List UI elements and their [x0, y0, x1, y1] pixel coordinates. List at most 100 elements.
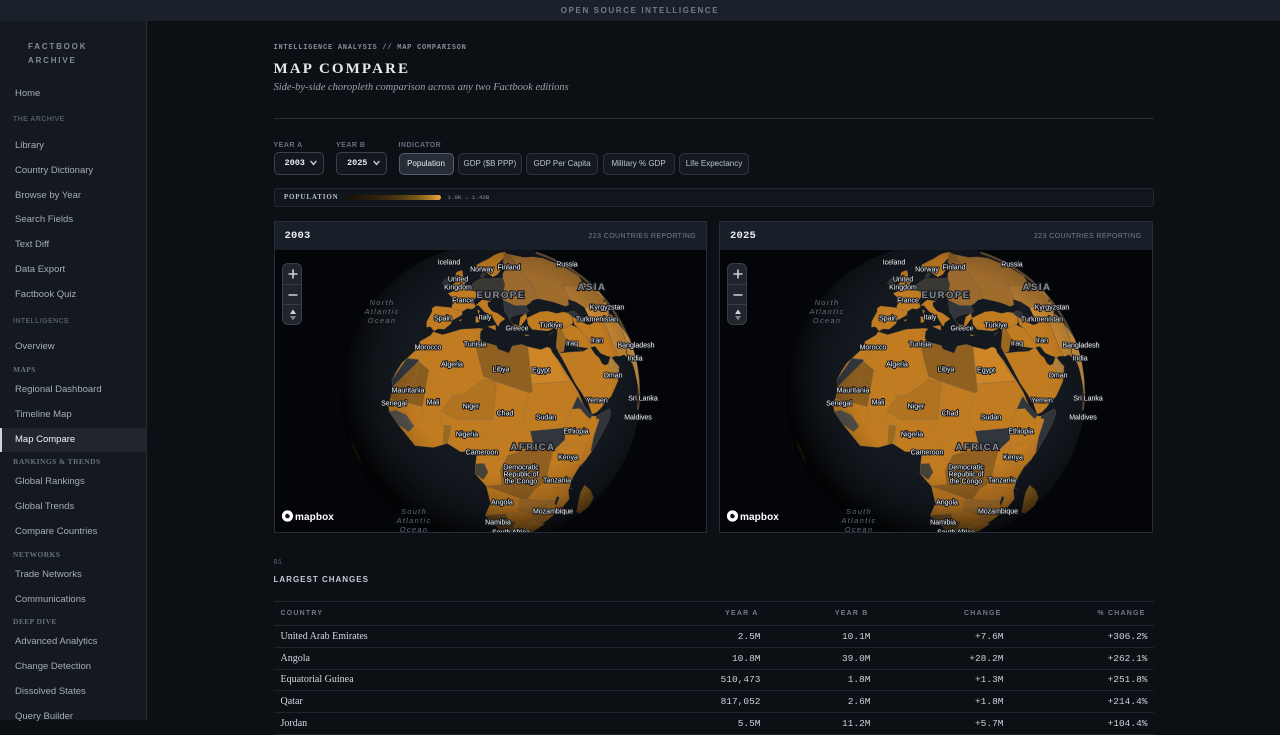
- svg-text:the Congo: the Congo: [504, 479, 536, 486]
- svg-text:Norway: Norway: [470, 267, 494, 274]
- svg-text:Mali: Mali: [426, 400, 439, 407]
- svg-text:Kyrgyzstan: Kyrgyzstan: [589, 305, 624, 312]
- svg-text:Kingdom: Kingdom: [889, 285, 917, 292]
- svg-text:Greece: Greece: [505, 326, 528, 333]
- svg-text:Ethiopia: Ethiopia: [563, 429, 588, 436]
- svg-text:Norway: Norway: [915, 267, 939, 274]
- svg-text:EUROPE: EUROPE: [921, 290, 970, 301]
- svg-text:Republic of: Republic of: [948, 472, 983, 479]
- svg-text:Sudan: Sudan: [535, 415, 555, 422]
- svg-text:France: France: [897, 298, 919, 305]
- svg-text:India: India: [627, 356, 642, 363]
- svg-text:Mozambique: Mozambique: [532, 509, 572, 516]
- svg-text:Italy: Italy: [478, 315, 491, 322]
- svg-text:Cameroon: Cameroon: [911, 450, 944, 457]
- svg-text:Tunisia: Tunisia: [909, 342, 931, 349]
- svg-text:Senegal: Senegal: [826, 401, 852, 408]
- svg-text:Ethiopia: Ethiopia: [1008, 429, 1033, 436]
- svg-text:Italy: Italy: [924, 315, 937, 322]
- svg-text:Yemen: Yemen: [586, 398, 608, 405]
- svg-text:Nigeria: Nigeria: [455, 432, 477, 439]
- svg-text:ASIA: ASIA: [577, 282, 606, 293]
- svg-text:Türkiye: Türkiye: [985, 323, 1008, 330]
- svg-text:Maldives: Maldives: [1069, 415, 1097, 422]
- svg-text:ASIA: ASIA: [1023, 282, 1052, 293]
- svg-text:Democratic: Democratic: [948, 465, 984, 472]
- svg-text:Egypt: Egypt: [532, 368, 550, 375]
- svg-text:Turkmenistan: Turkmenistan: [1021, 317, 1063, 324]
- svg-text:Libya: Libya: [492, 367, 509, 374]
- svg-text:Kingdom: Kingdom: [444, 285, 472, 292]
- svg-text:NorthAtlanticOcean: NorthAtlanticOcean: [363, 298, 399, 325]
- svg-text:AFRICA: AFRICA: [956, 442, 1001, 453]
- svg-text:SouthAtlanticOcean: SouthAtlanticOcean: [395, 507, 431, 532]
- svg-text:Democratic: Democratic: [503, 465, 539, 472]
- svg-text:South Africa: South Africa: [937, 530, 975, 533]
- svg-text:Iceland: Iceland: [437, 260, 460, 267]
- svg-text:Spain: Spain: [879, 316, 897, 323]
- svg-text:Spain: Spain: [434, 316, 452, 323]
- svg-text:Mali: Mali: [872, 400, 885, 407]
- svg-text:the Congo: the Congo: [950, 479, 982, 486]
- svg-text:Sri Lanka: Sri Lanka: [628, 396, 658, 403]
- svg-text:Egypt: Egypt: [977, 368, 995, 375]
- svg-text:Kyrgyzstan: Kyrgyzstan: [1035, 305, 1070, 312]
- svg-text:Yemen: Yemen: [1031, 398, 1053, 405]
- svg-text:EUROPE: EUROPE: [476, 290, 525, 301]
- svg-text:Iran: Iran: [1036, 338, 1048, 345]
- svg-text:Algeria: Algeria: [441, 362, 463, 369]
- svg-text:Turkmenistan: Turkmenistan: [575, 317, 617, 324]
- svg-text:Greece: Greece: [951, 326, 974, 333]
- svg-text:mapbox: mapbox: [295, 512, 334, 523]
- svg-text:Iraq: Iraq: [1011, 341, 1023, 348]
- svg-text:Kenya: Kenya: [1003, 455, 1023, 462]
- svg-text:SouthAtlanticOcean: SouthAtlanticOcean: [841, 507, 877, 532]
- svg-text:Mauritania: Mauritania: [837, 388, 870, 395]
- svg-text:mapbox: mapbox: [740, 512, 779, 523]
- svg-text:Senegal: Senegal: [381, 401, 407, 408]
- svg-text:Angola: Angola: [936, 500, 958, 507]
- svg-text:Namibia: Namibia: [485, 520, 511, 527]
- svg-text:Russia: Russia: [556, 262, 578, 269]
- svg-text:Türkiye: Türkiye: [539, 323, 562, 330]
- svg-text:Angola: Angola: [491, 500, 513, 507]
- svg-text:Bangladesh: Bangladesh: [1063, 343, 1100, 350]
- svg-text:Bangladesh: Bangladesh: [617, 343, 654, 350]
- svg-text:Iraq: Iraq: [565, 341, 577, 348]
- svg-text:Nigeria: Nigeria: [901, 432, 923, 439]
- svg-text:Morocco: Morocco: [414, 345, 441, 352]
- svg-text:India: India: [1072, 356, 1087, 363]
- svg-text:United: United: [447, 277, 467, 284]
- svg-text:Morocco: Morocco: [860, 345, 887, 352]
- svg-text:Sri Lanka: Sri Lanka: [1073, 396, 1103, 403]
- svg-text:Tanzania: Tanzania: [542, 478, 570, 485]
- svg-text:Chad: Chad: [942, 411, 959, 418]
- svg-text:France: France: [452, 298, 474, 305]
- svg-text:United: United: [893, 277, 913, 284]
- svg-text:AFRICA: AFRICA: [510, 442, 555, 453]
- svg-text:Namibia: Namibia: [930, 520, 956, 527]
- svg-text:South Africa: South Africa: [492, 530, 530, 533]
- svg-text:Kenya: Kenya: [558, 455, 578, 462]
- svg-text:Finland: Finland: [497, 265, 520, 272]
- svg-text:Mauritania: Mauritania: [391, 388, 424, 395]
- svg-text:Libya: Libya: [938, 367, 955, 374]
- svg-text:Iran: Iran: [590, 338, 602, 345]
- svg-text:Finland: Finland: [943, 265, 966, 272]
- svg-text:Iceland: Iceland: [883, 260, 906, 267]
- svg-text:Niger: Niger: [462, 404, 479, 411]
- svg-text:Maldives: Maldives: [624, 415, 652, 422]
- svg-text:Tunisia: Tunisia: [463, 342, 485, 349]
- svg-text:Algeria: Algeria: [886, 362, 908, 369]
- svg-text:Niger: Niger: [908, 404, 925, 411]
- svg-text:Sudan: Sudan: [981, 415, 1001, 422]
- svg-text:Mozambique: Mozambique: [978, 509, 1018, 516]
- svg-text:Cameroon: Cameroon: [465, 450, 498, 457]
- svg-text:Tanzania: Tanzania: [988, 478, 1016, 485]
- svg-text:Republic of: Republic of: [503, 472, 538, 479]
- svg-text:NorthAtlanticOcean: NorthAtlanticOcean: [809, 298, 845, 325]
- svg-text:Chad: Chad: [496, 411, 513, 418]
- svg-text:Oman: Oman: [603, 373, 622, 380]
- svg-text:Oman: Oman: [1048, 373, 1067, 380]
- svg-text:Russia: Russia: [1001, 262, 1023, 269]
